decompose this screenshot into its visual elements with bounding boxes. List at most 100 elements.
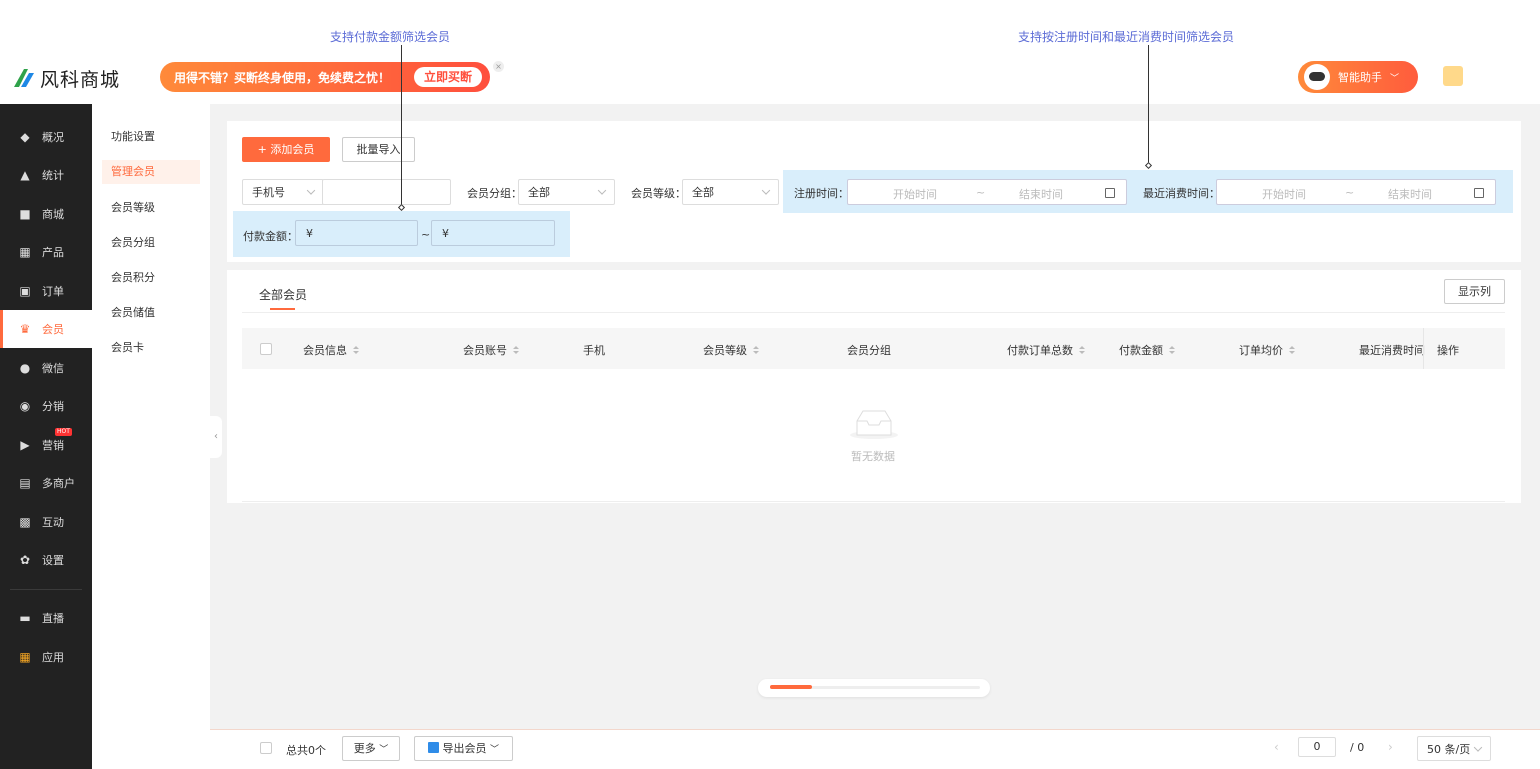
- chevron-down-icon: ﹀: [1390, 73, 1400, 84]
- payment-max-input[interactable]: ¥: [431, 220, 555, 246]
- submenu-item-1[interactable]: 管理会员: [102, 160, 200, 184]
- sidebar-item-4[interactable]: ▣ 订单: [0, 272, 92, 310]
- submenu-item-6[interactable]: 会员卡: [102, 336, 200, 360]
- sort-icon[interactable]: [1289, 346, 1295, 354]
- footer-select-all-checkbox[interactable]: [260, 742, 272, 754]
- batch-import-button[interactable]: 批量导入: [342, 137, 415, 162]
- column-header-1[interactable]: 会员账号: [463, 342, 519, 358]
- empty-text: 暂无数据: [851, 450, 895, 463]
- interact-icon: ▩: [19, 515, 31, 529]
- sidebar-item-11[interactable]: ✿ 设置: [0, 541, 92, 579]
- submenu-item-4[interactable]: 会员积分: [102, 266, 200, 290]
- column-header-6[interactable]: 付款金额: [1119, 342, 1175, 358]
- total-count: 总共0个: [286, 744, 326, 757]
- sidebar-item-label: 设置: [42, 554, 64, 567]
- column-header-0[interactable]: 会员信息: [303, 342, 359, 358]
- sidebar-item-13[interactable]: ▦ 应用: [0, 638, 92, 676]
- submenu-item-0[interactable]: 功能设置: [102, 125, 200, 149]
- sort-icon[interactable]: [1079, 346, 1085, 354]
- export-members-button[interactable]: 导出会员 ﹀: [414, 736, 513, 761]
- column-header-7[interactable]: 订单均价: [1239, 342, 1295, 358]
- column-header-2: 手机: [583, 344, 605, 357]
- store-icon: ■: [19, 207, 31, 221]
- chevron-down-icon: [761, 186, 771, 195]
- recent-date-range[interactable]: 开始时间 ~ 结束时间: [1216, 179, 1496, 205]
- column-header-3[interactable]: 会员等级: [703, 342, 759, 358]
- select-all-checkbox[interactable]: [260, 343, 272, 355]
- robot-icon: [1304, 64, 1330, 90]
- close-icon[interactable]: ×: [493, 61, 504, 72]
- annotation-line: [1148, 45, 1149, 165]
- prev-page-icon[interactable]: ‹: [1274, 740, 1279, 754]
- sidebar-item-label: 直播: [42, 612, 64, 625]
- promo-text: 用得不错？买断终身使用，免续费之忧！: [174, 70, 391, 85]
- divider: [242, 501, 1505, 502]
- sidebar-divider: [10, 589, 82, 590]
- logo-icon: [12, 67, 36, 89]
- annotation-time-filter: 支持按注册时间和最近消费时间筛选会员: [1018, 30, 1235, 44]
- sidebar-item-5[interactable]: ♛ 会员: [0, 310, 92, 348]
- sort-icon[interactable]: [753, 346, 759, 354]
- next-page-icon[interactable]: ›: [1388, 740, 1393, 754]
- sidebar-item-9[interactable]: ▤ 多商户: [0, 464, 92, 502]
- submenu-item-3[interactable]: 会员分组: [102, 231, 200, 255]
- sidebar-item-10[interactable]: ▩ 互动: [0, 503, 92, 541]
- plus-icon: +: [257, 143, 271, 156]
- search-type-select[interactable]: 手机号: [242, 179, 324, 205]
- scroll-thumb[interactable]: [770, 685, 812, 689]
- horizontal-scrollbar[interactable]: [758, 679, 990, 697]
- sidebar-item-label: 分销: [42, 400, 64, 413]
- sidebar-item-6[interactable]: ● 微信: [0, 349, 92, 387]
- calendar-icon: [1105, 188, 1115, 198]
- more-button[interactable]: 更多 ﹀: [342, 736, 400, 761]
- register-end-input[interactable]: 结束时间: [1019, 186, 1063, 202]
- submenu-item-2[interactable]: 会员等级: [102, 196, 200, 220]
- collapse-submenu-button[interactable]: ‹: [210, 416, 222, 458]
- sidebar-item-12[interactable]: ▬ 直播: [0, 599, 92, 637]
- sidebar-item-2[interactable]: ■ 商城: [0, 195, 92, 233]
- submenu-item-5[interactable]: 会员储值: [102, 301, 200, 325]
- register-start-input[interactable]: 开始时间: [893, 186, 937, 202]
- level-label: 会员等级：: [631, 187, 686, 200]
- recent-start-input[interactable]: 开始时间: [1262, 186, 1306, 202]
- buyout-button[interactable]: 立即买断: [413, 67, 482, 87]
- sidebar-item-0[interactable]: ◆ 概况: [0, 118, 92, 156]
- wechat-icon: ●: [19, 361, 31, 375]
- sidebar-item-7[interactable]: ◉ 分销: [0, 387, 92, 425]
- search-input[interactable]: [322, 179, 451, 205]
- column-header-5[interactable]: 付款订单总数: [1007, 342, 1085, 358]
- group-select[interactable]: 全部: [518, 179, 615, 205]
- tab-all-members[interactable]: 全部会员: [259, 286, 307, 303]
- sort-icon[interactable]: [1169, 346, 1175, 354]
- sidebar-item-label: 统计: [42, 169, 64, 182]
- sort-icon[interactable]: [353, 346, 359, 354]
- sidebar-item-label: 多商户: [42, 477, 75, 490]
- merchant-icon: ▤: [19, 476, 31, 490]
- sidebar-item-8[interactable]: ▶ 营销 HOT: [0, 426, 92, 464]
- page-size-select[interactable]: 50 条/页: [1417, 736, 1491, 761]
- chevron-down-icon: ﹀: [489, 745, 499, 755]
- sidebar-item-label: 应用: [42, 651, 64, 664]
- level-select[interactable]: 全部: [682, 179, 779, 205]
- register-date-range[interactable]: 开始时间 ~ 结束时间: [847, 179, 1127, 205]
- sort-icon[interactable]: [513, 346, 519, 354]
- recent-end-input[interactable]: 结束时间: [1388, 186, 1432, 202]
- show-columns-button[interactable]: 显示列: [1444, 279, 1505, 304]
- column-header-4: 会员分组: [847, 344, 891, 357]
- fixed-column-divider: [1423, 328, 1424, 369]
- chart-icon: ▲: [20, 168, 30, 182]
- add-member-button[interactable]: + 添加会员: [242, 137, 330, 162]
- notes-icon[interactable]: [1443, 66, 1463, 86]
- payment-label: 付款金额：: [243, 230, 298, 243]
- assistant-button[interactable]: 智能助手 ﹀: [1298, 61, 1418, 93]
- promo-banner[interactable]: 用得不错？买断终身使用，免续费之忧！ 立即买断: [160, 62, 490, 92]
- excel-icon: [427, 742, 439, 753]
- sidebar-item-label: 概况: [42, 131, 64, 144]
- page-number-input[interactable]: 0: [1298, 737, 1336, 757]
- sidebar-item-1[interactable]: ▲ 统计: [0, 156, 92, 194]
- group-label: 会员分组：: [467, 187, 522, 200]
- sidebar-item-3[interactable]: ▦ 产品: [0, 233, 92, 271]
- logo[interactable]: 风科商城: [12, 66, 120, 91]
- payment-min-input[interactable]: ¥: [295, 220, 418, 246]
- annotation-line: [401, 45, 402, 208]
